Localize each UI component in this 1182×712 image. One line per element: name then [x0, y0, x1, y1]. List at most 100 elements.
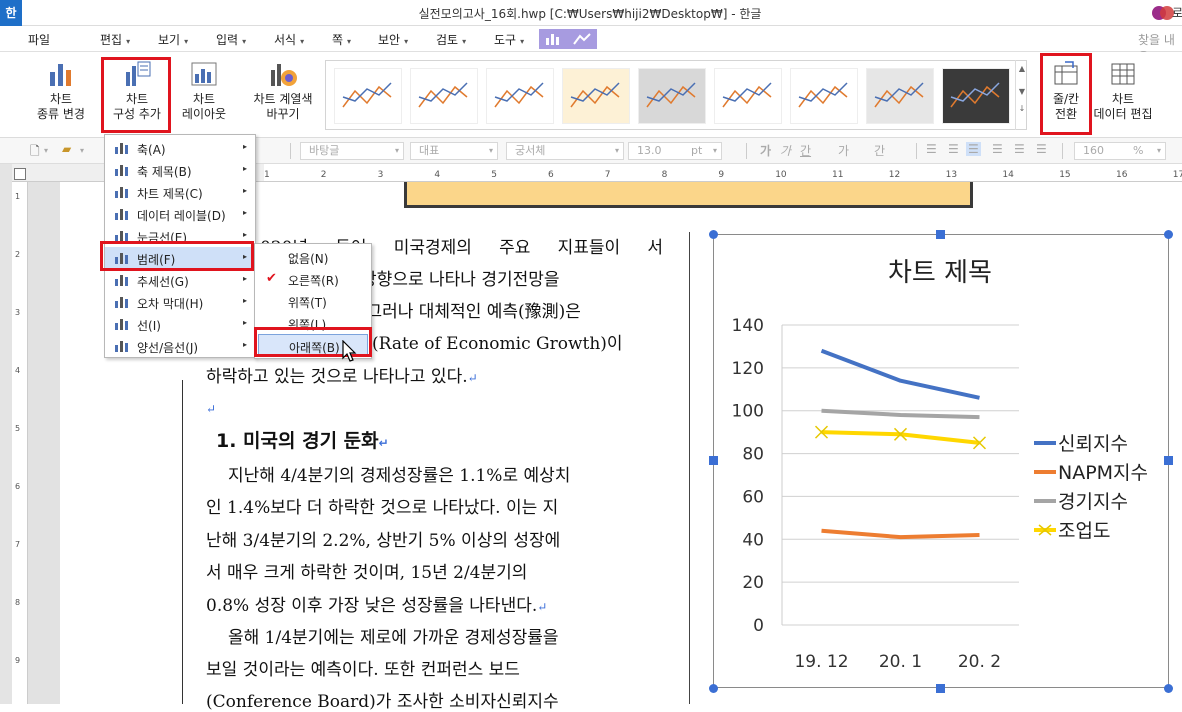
legend-entry[interactable]: 조업도 [1058, 520, 1110, 542]
menu-file[interactable]: 파일 [28, 31, 50, 48]
chart-style-option[interactable] [714, 68, 782, 124]
dropdown-item[interactable]: 추세선(G) ▸ [105, 269, 255, 291]
resize-handle[interactable] [1164, 456, 1173, 465]
series-line-1[interactable] [820, 348, 980, 400]
gallery-expand-icon[interactable]: ↓ [1016, 104, 1028, 113]
ruler-number: 13 [945, 170, 958, 180]
chart-type-change-button[interactable]: 차트 종류 변경 [30, 60, 92, 122]
chart-layout-icon [191, 62, 217, 86]
menu-page[interactable]: 쪽 ▾ [332, 31, 351, 48]
dropdown-item[interactable]: 선(I) ▸ [105, 313, 255, 335]
open-folder-icon[interactable]: ▰ [62, 142, 71, 156]
chart-style-option[interactable] [866, 68, 934, 124]
align-right-icon[interactable]: ☰ [992, 142, 1003, 156]
text-line: 는 방향으로 나타나 경기전망을 [340, 270, 560, 290]
chart-style-option[interactable] [790, 68, 858, 124]
chart-style-option[interactable] [334, 68, 402, 124]
y-tick-label: 120 [732, 359, 764, 379]
menu-format[interactable]: 서식 ▾ [274, 31, 304, 48]
dropdown-item[interactable]: 차트 제목(C) ▸ [105, 181, 255, 203]
align-justify-icon[interactable]: ☰ [926, 142, 937, 156]
chart-color-button[interactable]: 차트 계열색 바꾸기 [250, 60, 316, 122]
paragraph-mark-icon: ↵ [378, 436, 389, 450]
horizontal-ruler[interactable]: 1 2 3 4 5 6 7 8 9 10 11 12 13 14 15 16 17 [264, 164, 1182, 182]
legend-entry[interactable]: 신뢰지수 [1058, 433, 1128, 455]
submenu-arrow-icon: ▸ [242, 230, 247, 239]
dropdown-item[interactable]: 축(A) ▸ [105, 137, 255, 159]
column-border-left [182, 380, 183, 704]
zoom-input[interactable]: 160% ▾ [1074, 142, 1166, 160]
align-divide-icon[interactable]: ☰ [1036, 142, 1047, 156]
para-style-select[interactable]: 대표 ▾ [410, 142, 498, 160]
bold-button[interactable]: 가 [760, 142, 771, 159]
gallery-scrollbar[interactable]: ▲ ▼ ↓ [1015, 60, 1028, 130]
italic-button[interactable]: 가 [780, 142, 791, 159]
toolbar-divider [290, 143, 291, 159]
legend-entry[interactable]: NAPM지수 [1058, 462, 1148, 484]
scroll-up-icon[interactable]: ▲ [1016, 64, 1028, 73]
menu-insert[interactable]: 입력 ▾ [216, 31, 246, 48]
align-center-icon[interactable]: ☰ [966, 142, 981, 156]
chart-context-tab[interactable] [539, 29, 597, 49]
chart-layout-button[interactable]: 차트 레이아웃 [176, 60, 232, 122]
chart-object[interactable]: 차트 제목 0 20 40 60 80 100 120 140 19. 12 20. 1 20. 2 신… [713, 234, 1169, 688]
legend-position-option[interactable]: ✔ 오른쪽(R) [255, 268, 371, 290]
dropdown-item[interactable]: 축 제목(B) ▸ [105, 159, 255, 181]
strike-button[interactable]: 가 [838, 142, 849, 159]
resize-handle[interactable] [936, 684, 945, 693]
legend-entry[interactable]: 경기지수 [1058, 491, 1128, 513]
series-line-3[interactable] [821, 408, 980, 420]
dropdown-item[interactable]: 데이터 레이블(D) ▸ [105, 203, 255, 225]
chart-style-option[interactable] [486, 68, 554, 124]
chevron-down-icon[interactable]: ▾ [44, 146, 48, 155]
ruler-number: 4 [434, 170, 441, 180]
chart-element-icon [115, 187, 128, 198]
chart-data-edit-button[interactable]: 차트 데이터 편집 [1092, 60, 1154, 122]
menu-review[interactable]: 검토 ▾ [436, 31, 466, 48]
chart-style-option[interactable] [562, 68, 630, 124]
chevron-down-icon: ▾ [347, 37, 352, 46]
dropdown-item[interactable]: 오차 막대(H) ▸ [105, 291, 255, 313]
menu-edit[interactable]: 편집 ▾ [100, 31, 130, 48]
resize-handle[interactable] [936, 230, 945, 239]
font-color-button[interactable]: 간 [874, 142, 885, 159]
chevron-down-icon[interactable]: ▾ [80, 146, 84, 155]
profile-label[interactable]: 로 [1172, 4, 1182, 21]
align-left-icon[interactable]: ☰ [948, 142, 959, 156]
menu-tools[interactable]: 도구 ▾ [494, 31, 524, 48]
chevron-down-icon: ▾ [126, 37, 131, 46]
resize-handle[interactable] [709, 230, 718, 239]
dropdown-item[interactable]: 양선/음선(J) ▸ [105, 335, 255, 357]
style-select[interactable]: 바탕글 ▾ [300, 142, 404, 160]
scroll-down-icon[interactable]: ▼ [1016, 87, 1028, 96]
resize-handle[interactable] [709, 684, 718, 693]
resize-handle[interactable] [709, 456, 718, 465]
series-line-2[interactable] [821, 528, 980, 540]
resize-handle[interactable] [1164, 684, 1173, 693]
menu-tools-label: 도구 [494, 33, 517, 47]
vertical-ruler[interactable]: 1 2 3 4 5 6 7 8 9 [12, 182, 28, 704]
chart-style-preview [874, 82, 924, 108]
new-doc-icon[interactable]: 🗋 [30, 142, 40, 163]
align-distribute-icon[interactable]: ☰ [1014, 142, 1025, 156]
chart-style-option[interactable] [942, 68, 1010, 124]
resize-handle[interactable] [1164, 230, 1173, 239]
font-value: 궁서체 [515, 144, 546, 157]
dropdown-item-label: 선(I) [137, 319, 161, 333]
menu-security[interactable]: 보안 ▾ [378, 31, 408, 48]
ruler-corner-icon[interactable] [14, 168, 26, 180]
chart-style-option[interactable] [638, 68, 706, 124]
font-select[interactable]: 궁서체 ▾ [506, 142, 624, 160]
chart-title[interactable]: 차트 제목 [888, 258, 992, 288]
x-tick-label: 19. 12 [794, 652, 848, 672]
chart-format-icon [573, 33, 591, 45]
app-logo-icon[interactable]: 한 [0, 0, 22, 26]
ruler-number: 2 [15, 250, 21, 259]
font-size-input[interactable]: 13.0 pt ▾ [628, 142, 722, 160]
underline-button[interactable]: 간 [800, 142, 811, 159]
legend-position-option[interactable]: 없음(N) [255, 246, 371, 268]
legend-position-option[interactable]: 위쪽(T) [255, 290, 371, 312]
menu-view[interactable]: 보기 ▾ [158, 31, 188, 48]
orange-text-box[interactable] [404, 182, 973, 208]
chart-style-option[interactable] [410, 68, 478, 124]
